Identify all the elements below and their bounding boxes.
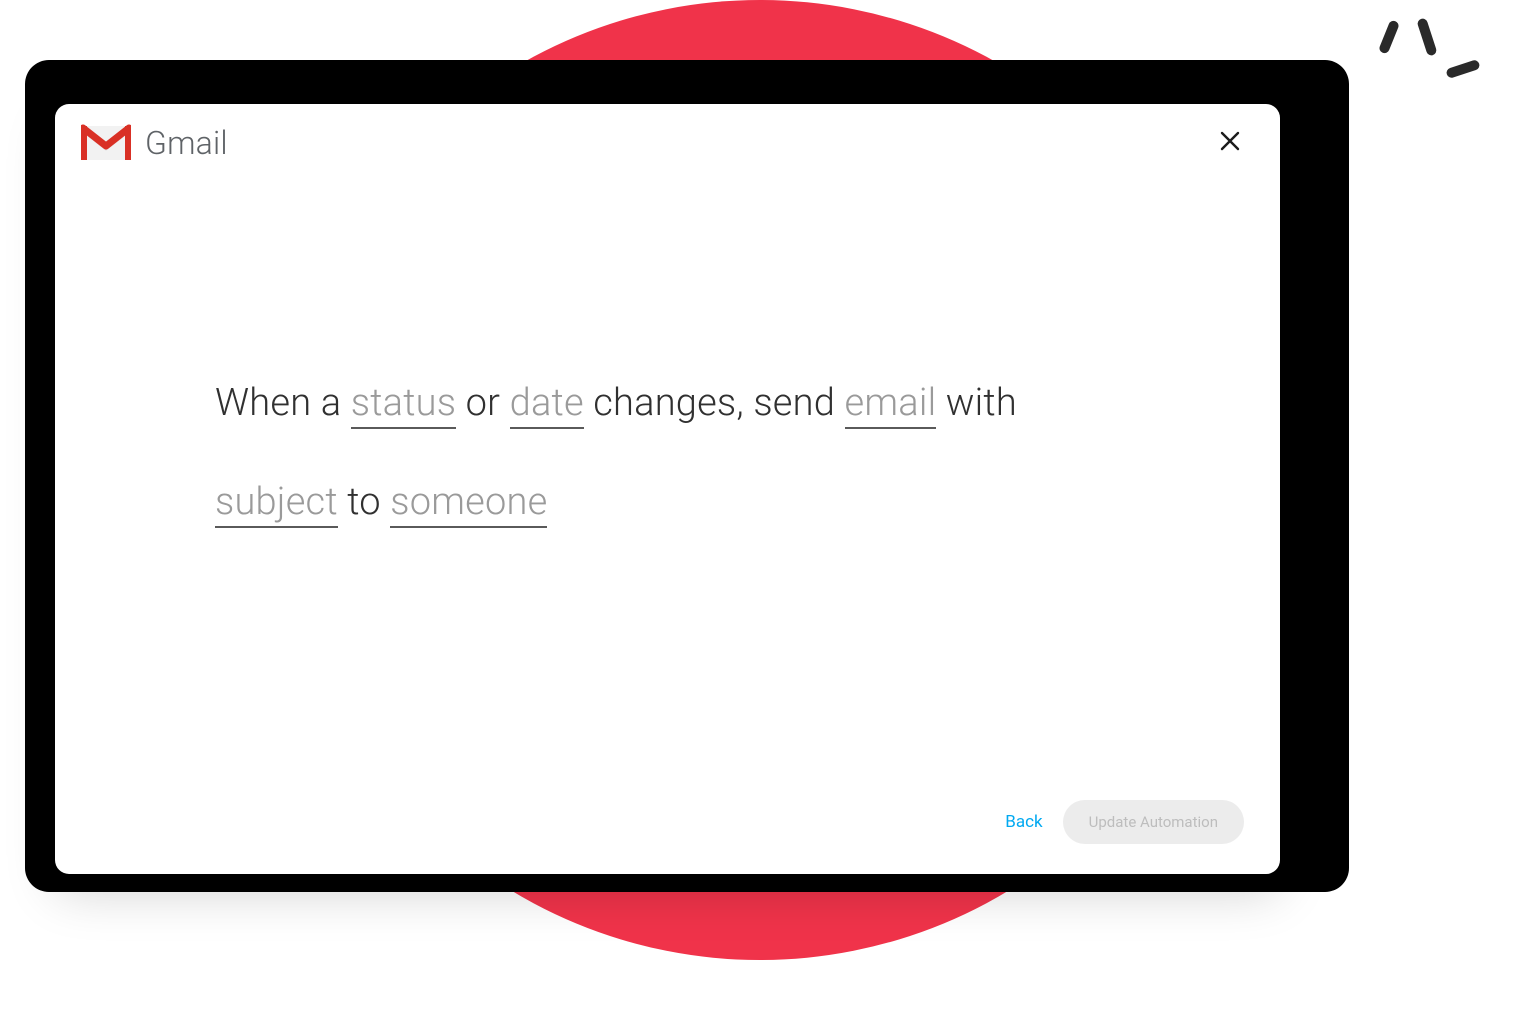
sentence-text: changes, send — [584, 381, 845, 425]
update-automation-button[interactable]: Update Automation — [1063, 800, 1244, 844]
decorative-sparks — [1378, 18, 1488, 128]
gmail-logo: Gmail — [81, 124, 228, 162]
back-button[interactable]: Back — [1005, 812, 1042, 832]
automation-modal: Gmail When a status or date changes, sen… — [55, 104, 1280, 874]
placeholder-email[interactable]: email — [845, 383, 937, 429]
placeholder-status[interactable]: status — [351, 383, 456, 429]
close-icon — [1220, 131, 1240, 155]
placeholder-subject[interactable]: subject — [215, 482, 338, 528]
app-label: Gmail — [145, 124, 228, 162]
close-button[interactable] — [1212, 125, 1248, 161]
sentence-text: to — [338, 480, 390, 524]
modal-header: Gmail — [55, 104, 1280, 182]
gmail-icon — [81, 124, 131, 162]
automation-sentence: When a status or date changes, send emai… — [215, 354, 1120, 552]
modal-footer: Back Update Automation — [1005, 800, 1244, 844]
sentence-text: When a — [215, 381, 351, 425]
placeholder-date[interactable]: date — [510, 383, 584, 429]
sentence-text: or — [456, 381, 509, 425]
placeholder-someone[interactable]: someone — [390, 482, 547, 528]
sentence-text: with — [936, 381, 1017, 425]
